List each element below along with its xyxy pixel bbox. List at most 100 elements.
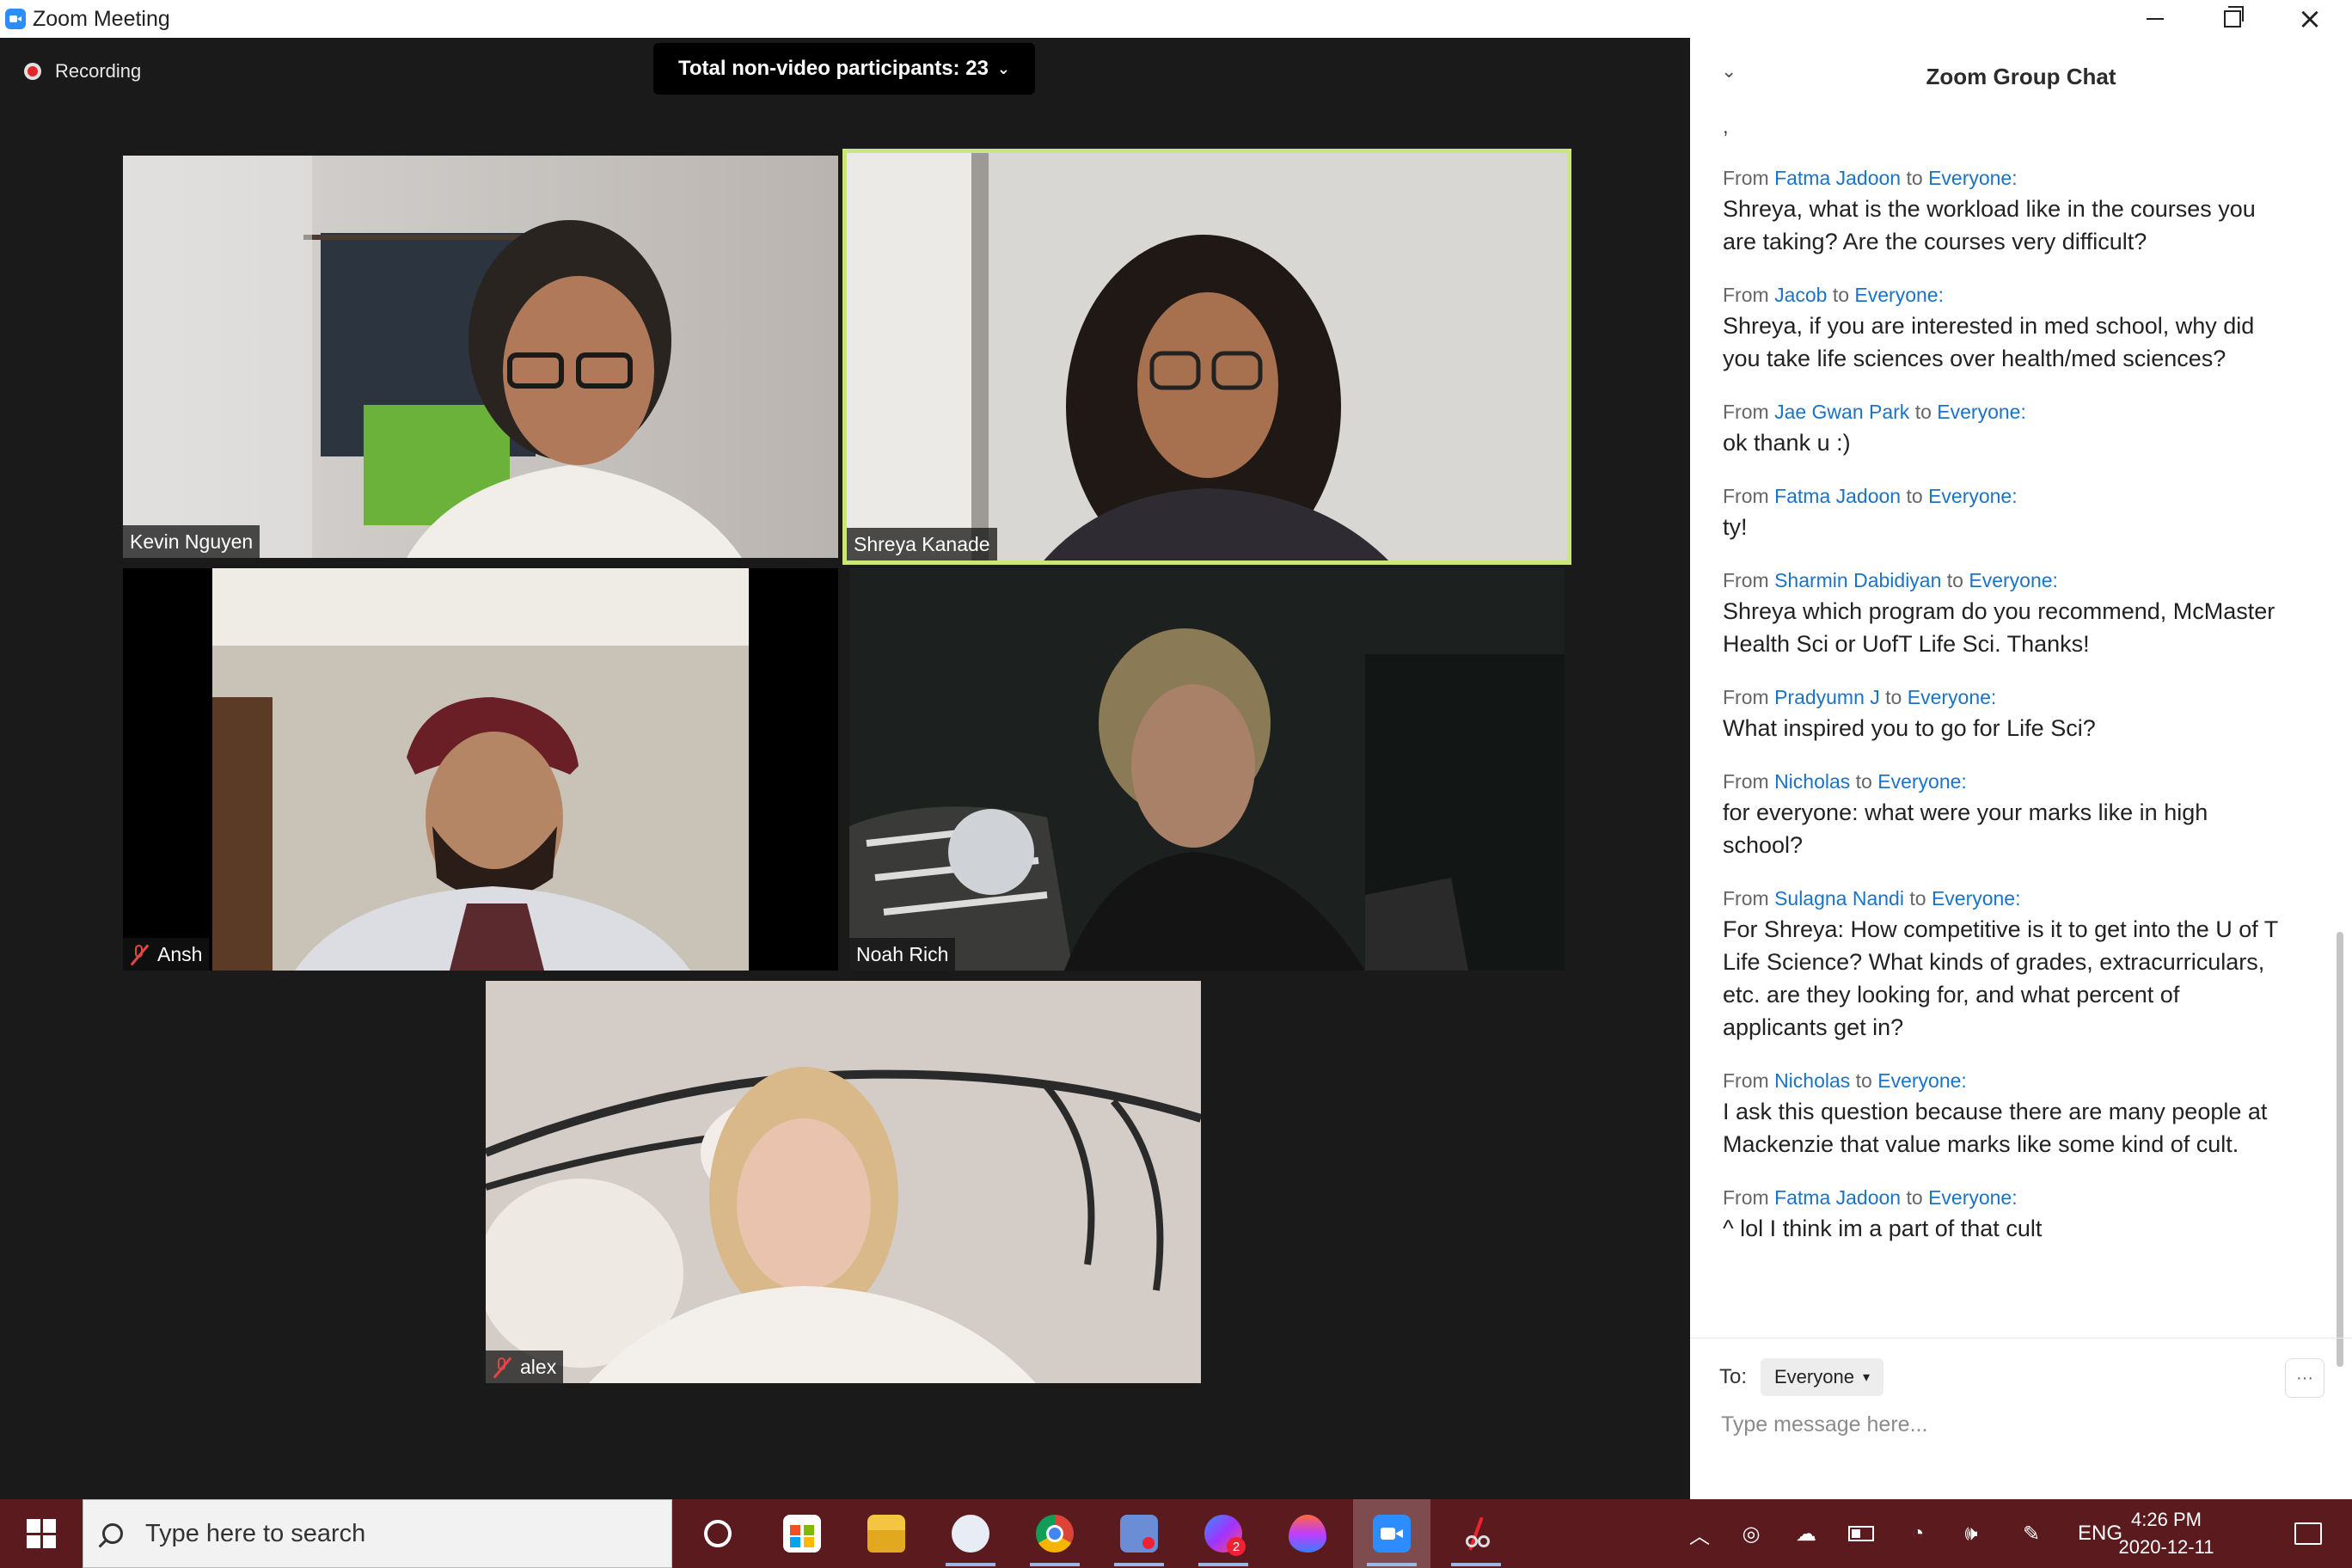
- chat-title: Zoom Group Chat: [1926, 64, 2116, 89]
- onedrive-tray-icon[interactable]: ☁: [1785, 1499, 1828, 1568]
- from-label: From: [1723, 1069, 1769, 1092]
- chat-message-input[interactable]: [1719, 1412, 2316, 1438]
- chat-message: From Fatma Jadoon to Everyone: ty!: [1723, 481, 2290, 543]
- chat-message-meta: From Fatma Jadoon to Everyone:: [1723, 481, 2290, 511]
- recipient-name[interactable]: Everyone:: [1937, 401, 2026, 423]
- recipient-name[interactable]: Everyone:: [1877, 770, 1967, 793]
- from-label: From: [1723, 686, 1769, 708]
- chat-scrollbar[interactable]: [2337, 932, 2343, 1367]
- to-label: to: [1906, 167, 1923, 189]
- chat-message-text: Shreya which program do you recommend, M…: [1723, 598, 2275, 657]
- muted-mic-icon: [493, 1356, 512, 1379]
- video-tile[interactable]: Noah Rich: [849, 568, 1565, 971]
- from-label: From: [1723, 167, 1769, 189]
- sender-name[interactable]: Jacob: [1774, 284, 1827, 306]
- non-video-participants-button[interactable]: Total non-video participants: 23 ⌄: [653, 43, 1035, 95]
- from-label: From: [1723, 1186, 1769, 1209]
- running-indicator: [1114, 1563, 1164, 1566]
- chevron-down-icon: ⌄: [996, 59, 1011, 77]
- recipient-name[interactable]: Everyone:: [1969, 569, 2058, 591]
- sender-name[interactable]: Jae Gwan Park: [1774, 401, 1909, 423]
- sender-name[interactable]: Fatma Jadoon: [1774, 1186, 1901, 1209]
- video-tile[interactable]: Ansh: [123, 568, 838, 971]
- sender-name[interactable]: Sharmin Dabidiyan: [1774, 569, 1941, 591]
- running-indicator: [946, 1563, 995, 1566]
- more-options-button[interactable]: ···: [2285, 1358, 2324, 1398]
- show-hidden-icons-button[interactable]: ︿: [1678, 1499, 1721, 1568]
- battery-icon: [1848, 1526, 1874, 1541]
- taskbar-app-store[interactable]: [763, 1499, 841, 1568]
- cortana-button[interactable]: [679, 1499, 756, 1568]
- chat-message: From Nicholas to Everyone: I ask this que…: [1723, 1066, 2290, 1161]
- participant-name: Noah Rich: [856, 942, 949, 965]
- chat-message-list[interactable]: From Fatma Jadoon to Everyone: Shreya, wh…: [1723, 163, 2290, 1267]
- from-label: From: [1723, 770, 1769, 793]
- recipient-name[interactable]: Everyone:: [1932, 887, 2021, 910]
- restore-icon: [2224, 6, 2244, 28]
- chat-message: From Jae Gwan Park to Everyone: ok thank …: [1723, 397, 2290, 459]
- chrome-icon: [1036, 1515, 1074, 1553]
- taskbar-app-explorer[interactable]: [848, 1499, 925, 1568]
- network-tray-icon[interactable]: ◔: [1896, 1499, 1939, 1568]
- taskbar-app-paint3d[interactable]: [1269, 1499, 1346, 1568]
- taskbar-app-snip[interactable]: [1100, 1499, 1178, 1568]
- sender-name[interactable]: Sulagna Nandi: [1774, 887, 1904, 910]
- taskbar-app-messenger[interactable]: 2: [1185, 1499, 1262, 1568]
- meet-now-tray-icon[interactable]: ◎: [1730, 1499, 1773, 1568]
- recipient-name[interactable]: Everyone:: [1928, 167, 2018, 189]
- ellipsis-icon: ···: [2296, 1368, 2313, 1387]
- minimize-button[interactable]: [2116, 0, 2194, 38]
- participant-name: Ansh: [157, 942, 203, 965]
- recipient-name[interactable]: Everyone:: [1908, 686, 1997, 708]
- chat-message-text: Shreya, if you are interested in med sch…: [1723, 313, 2255, 371]
- volume-tray-icon[interactable]: 🕪: [1950, 1499, 1993, 1568]
- close-button[interactable]: ×: [2271, 0, 2349, 38]
- recipient-name[interactable]: Everyone:: [1928, 1186, 2018, 1209]
- chat-message-meta: From Jacob to Everyone:: [1723, 280, 2290, 309]
- sender-name[interactable]: Nicholas: [1774, 1069, 1850, 1092]
- video-tile-active-speaker[interactable]: Shreya Kanade: [842, 149, 1571, 565]
- from-label: From: [1723, 887, 1769, 910]
- recipient-name[interactable]: Everyone:: [1854, 284, 1944, 306]
- battery-tray-icon[interactable]: [1840, 1499, 1883, 1568]
- start-button[interactable]: [0, 1499, 83, 1568]
- chat-message-meta: From Jae Gwan Park to Everyone:: [1723, 397, 2290, 426]
- paint3d-icon: [1289, 1515, 1326, 1553]
- snipping-tool-icon: [1457, 1515, 1495, 1553]
- from-label: From: [1723, 485, 1769, 507]
- to-label: to: [1906, 485, 1923, 507]
- participant-name: alex: [520, 1355, 557, 1378]
- taskbar-app-zoom[interactable]: [1353, 1499, 1430, 1568]
- chat-message-text: I ask this question because there are ma…: [1723, 1099, 2268, 1157]
- sender-name[interactable]: Nicholas: [1774, 770, 1850, 793]
- to-label: to: [1914, 401, 1932, 423]
- chat-message: From Pradyumn J to Everyone: What inspire…: [1723, 683, 2290, 744]
- chat-message: From Nicholas to Everyone: for everyone: …: [1723, 767, 2290, 861]
- recipient-dropdown[interactable]: Everyone ▾: [1761, 1358, 1883, 1396]
- snip-icon: [1120, 1515, 1158, 1553]
- clock-time: 4:26 PM: [2131, 1509, 2202, 1530]
- sender-name[interactable]: Pradyumn J: [1774, 686, 1880, 708]
- taskbar-clock[interactable]: 4:26 PM 2020-12-11: [2115, 1499, 2218, 1568]
- participant-name-tag: alex: [486, 1351, 564, 1383]
- recipient-name[interactable]: Everyone:: [1877, 1069, 1967, 1092]
- taskbar-app-chrome[interactable]: [1016, 1499, 1093, 1568]
- recipient-name[interactable]: Everyone:: [1928, 485, 2018, 507]
- participant-name-tag: Noah Rich: [849, 938, 956, 971]
- recording-indicator[interactable]: Recording: [24, 60, 141, 83]
- video-tile[interactable]: Kevin Nguyen: [123, 156, 838, 558]
- notification-badge: 2: [1227, 1537, 1246, 1556]
- taskbar-search-box[interactable]: Type here to search: [83, 1499, 672, 1568]
- to-label: to: [1885, 686, 1902, 708]
- chat-message-text: Shreya, what is the workload like in the…: [1723, 196, 2256, 254]
- taskbar-app-paint[interactable]: [932, 1499, 1009, 1568]
- chevron-down-icon: ▾: [1862, 1370, 1870, 1385]
- maximize-button[interactable]: [2194, 0, 2271, 38]
- taskbar-app-snipping-tool[interactable]: [1437, 1499, 1515, 1568]
- pen-tray-icon[interactable]: ✎: [2010, 1499, 2053, 1568]
- sender-name[interactable]: Fatma Jadoon: [1774, 167, 1901, 189]
- sender-name[interactable]: Fatma Jadoon: [1774, 485, 1901, 507]
- webcam-icon: ◎: [1742, 1522, 1761, 1546]
- action-center-button[interactable]: [2269, 1499, 2347, 1568]
- video-tile[interactable]: alex: [486, 981, 1201, 1383]
